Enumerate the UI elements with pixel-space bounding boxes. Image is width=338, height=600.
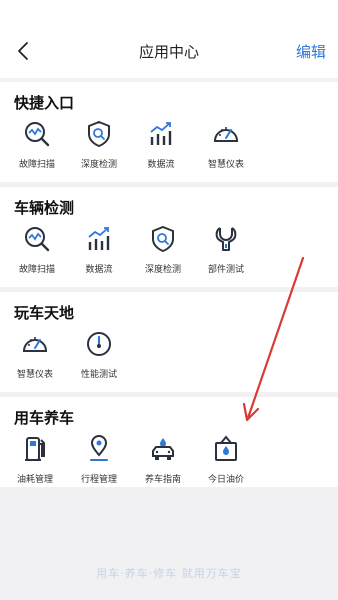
app-label: 油耗管理 — [16, 475, 53, 485]
app-trip-management[interactable]: 行程管理 — [67, 434, 131, 485]
app-label: 智慧仪表 — [16, 370, 53, 380]
section-quick-entry: 快捷入口 故障扫描 深度检测 数据流 智慧仪表 — [0, 82, 338, 182]
app-label: 今日油价 — [207, 475, 244, 485]
data-flow-icon — [88, 227, 110, 250]
app-deep-check[interactable]: 深度检测 — [67, 119, 131, 170]
app-label: 数据流 — [85, 265, 113, 275]
page-title: 应用中心 — [138, 43, 199, 61]
section-vehicle-check: 车辆检测 故障扫描 数据流 深度检测 部件测试 — [0, 187, 338, 287]
app-label: 深度检测 — [80, 160, 117, 170]
gauge-icon — [22, 337, 48, 352]
app-label: 行程管理 — [80, 475, 117, 485]
performance-icon — [87, 332, 111, 356]
section-title: 车辆检测 — [14, 199, 75, 217]
app-fuel-consumption[interactable]: 油耗管理 — [3, 434, 67, 485]
app-label: 数据流 — [147, 160, 175, 170]
app-label: 故障扫描 — [18, 265, 55, 275]
app-label: 故障扫描 — [18, 160, 55, 170]
gauge-icon — [213, 127, 239, 142]
deep-check-icon — [88, 120, 110, 148]
app-performance-test[interactable]: 性能测试 — [67, 329, 131, 380]
edit-button[interactable]: 编辑 — [296, 41, 326, 62]
fault-scan-icon — [25, 227, 50, 252]
data-flow-icon — [150, 122, 172, 145]
fuel-pump-icon — [25, 437, 45, 461]
top-bar: 应用中心 编辑 — [0, 0, 338, 78]
app-fault-scan[interactable]: 故障扫描 — [5, 119, 69, 170]
app-smart-gauge[interactable]: 智慧仪表 — [194, 119, 258, 170]
oil-price-sign-icon — [215, 435, 237, 461]
app-data-flow[interactable]: 数据流 — [67, 224, 131, 275]
section-car-fun: 玩车天地 智慧仪表 性能测试 — [0, 292, 338, 392]
fault-scan-icon — [25, 122, 50, 147]
location-pin-icon — [90, 435, 108, 461]
app-fault-scan[interactable]: 故障扫描 — [5, 224, 69, 275]
section-title: 用车养车 — [14, 409, 75, 427]
section-title: 快捷入口 — [14, 94, 75, 112]
app-label: 性能测试 — [80, 370, 117, 380]
app-data-flow[interactable]: 数据流 — [129, 119, 193, 170]
deep-check-icon — [152, 225, 174, 253]
section-car-care: 用车养车 油耗管理 行程管理 养车指南 今日油价 — [0, 397, 338, 487]
app-label: 部件测试 — [207, 265, 244, 275]
app-car-care-guide[interactable]: 养车指南 — [131, 434, 195, 485]
app-label: 深度检测 — [144, 265, 181, 275]
app-today-oil-price[interactable]: 今日油价 — [194, 434, 258, 485]
footer-slogan: 用车·养车·修车 就用万车宝 — [96, 567, 242, 580]
app-deep-check[interactable]: 深度检测 — [131, 224, 195, 275]
app-label: 智慧仪表 — [207, 160, 244, 170]
wrench-icon — [215, 227, 237, 251]
app-component-test[interactable]: 部件测试 — [194, 224, 258, 275]
app-label: 养车指南 — [144, 475, 181, 485]
section-title: 玩车天地 — [14, 304, 75, 322]
app-smart-gauge[interactable]: 智慧仪表 — [3, 329, 67, 380]
car-care-icon — [152, 438, 174, 460]
